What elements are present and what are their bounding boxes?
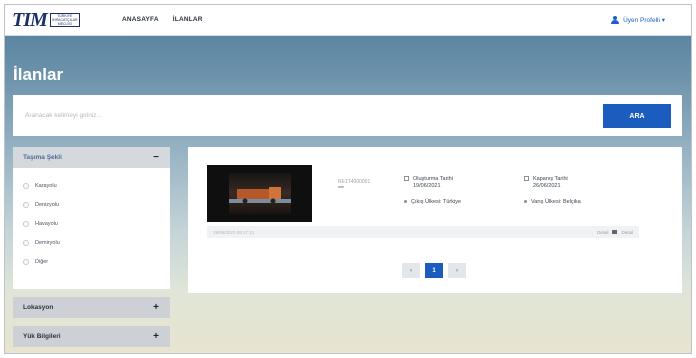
listing-card[interactable]: RE1T4000001 *** Oluşturma Tarihi 19/06/2… (204, 161, 639, 239)
filter-sidebar: Taşıma Şekli − Karayolu Denizyolu Havayo… (13, 147, 170, 353)
filter-panel-location: Lokasyon + (13, 297, 170, 318)
app-frame: TIM TÜRKİYE İHRACATÇILAR MECLİSİ ANASAYF… (4, 4, 692, 354)
logo-mark: TIM (12, 8, 48, 31)
logo-subtitle: TÜRKİYE İHRACATÇILAR MECLİSİ (49, 13, 80, 27)
option-label: Demiryolu (35, 239, 60, 246)
location-pin-icon (524, 200, 527, 204)
listing-footer: 19/06/2021 09:17:12 Detail Detail (207, 226, 639, 238)
listing-actions[interactable]: Detail Detail (597, 230, 633, 235)
nav-link-listings[interactable]: İLANLAR (173, 16, 203, 23)
detail-link[interactable]: Detail (597, 230, 609, 235)
detail-link[interactable]: Detail (621, 230, 633, 235)
filter-header-transport[interactable]: Taşıma Şekli − (13, 147, 170, 168)
calendar-icon (404, 176, 409, 182)
created-date: 19/06/2021 (413, 183, 441, 189)
expand-icon[interactable]: + (153, 331, 159, 342)
eye-icon (612, 230, 618, 234)
filter-label: Taşıma Şekli (23, 154, 62, 161)
search-bar: ARA (13, 95, 682, 136)
pagination: ‹ 1 › (402, 263, 466, 278)
profile-label: Üyen Profelli ▾ (623, 17, 665, 24)
option-denizyolu[interactable]: Denizyolu (23, 195, 160, 214)
results-panel: RE1T4000001 *** Oluşturma Tarihi 19/06/2… (188, 147, 682, 293)
listing-timestamp: 19/06/2021 09:17:12 (213, 229, 255, 235)
prev-page-button[interactable]: ‹ (402, 263, 420, 278)
transport-options: Karayolu Denizyolu Havayolu Demiryolu Di… (13, 168, 170, 289)
calendar-icon (524, 176, 529, 182)
radio-icon[interactable] (23, 201, 29, 208)
filter-header-location[interactable]: Lokasyon + (13, 297, 170, 318)
filter-panel-cargo: Yük Bilgileri + (13, 326, 170, 347)
profile-menu[interactable]: Üyen Profelli ▾ (611, 16, 665, 24)
radio-icon[interactable] (23, 239, 29, 246)
listing-thumbnail[interactable] (207, 165, 312, 222)
option-label: Karayolu (35, 182, 57, 189)
filter-label: Yük Bilgileri (23, 333, 61, 340)
origin-block: Çıkış Ülkesi: Türkiye (404, 199, 461, 206)
radio-icon[interactable] (23, 220, 29, 227)
option-karayolu[interactable]: Karayolu (23, 176, 160, 195)
created-date-block: Oluşturma Tarihi 19/06/2021 (404, 176, 453, 190)
search-button[interactable]: ARA (603, 104, 671, 128)
page-1-button[interactable]: 1 (425, 263, 443, 278)
top-navbar: TIM TÜRKİYE İHRACATÇILAR MECLİSİ ANASAYF… (5, 5, 691, 36)
next-page-button[interactable]: › (448, 263, 466, 278)
destination-country: Varış Ülkesi: Belçika (531, 199, 581, 205)
created-label: Oluşturma Tarihi (413, 176, 453, 182)
page-title: İlanlar (13, 65, 64, 84)
search-input[interactable] (25, 104, 595, 126)
closing-date: 26/06/2021 (533, 183, 561, 189)
closing-label: Kapanış Tarihi (533, 176, 568, 182)
listing-code: RE1T4000001 (338, 179, 371, 185)
logo-sub-line: MECLİSİ (57, 22, 72, 26)
option-demiryolu[interactable]: Demiryolu (23, 233, 160, 252)
collapse-icon[interactable]: − (153, 152, 159, 163)
main-nav: ANASAYFA İLANLAR (122, 16, 203, 23)
option-label: Denizyolu (35, 201, 60, 208)
tim-logo[interactable]: TIM TÜRKİYE İHRACATÇILAR MECLİSİ (12, 9, 92, 31)
origin-country: Çıkış Ülkesi: Türkiye (411, 199, 462, 205)
location-pin-icon (404, 200, 407, 204)
nav-link-home[interactable]: ANASAYFA (122, 16, 159, 23)
listing-rating: *** (338, 186, 344, 192)
closing-date-block: Kapanış Tarihi 26/06/2021 (524, 176, 568, 190)
option-label: Diğer (35, 258, 49, 265)
user-icon (611, 16, 620, 24)
truck-photo-icon (207, 165, 312, 222)
radio-icon[interactable] (23, 258, 29, 265)
option-havayolu[interactable]: Havayolu (23, 214, 160, 233)
filter-panel-transport: Taşıma Şekli − Karayolu Denizyolu Havayo… (13, 147, 170, 289)
option-diger[interactable]: Diğer (23, 252, 160, 271)
radio-icon[interactable] (23, 182, 29, 189)
expand-icon[interactable]: + (153, 302, 159, 313)
filter-label: Lokasyon (23, 304, 54, 311)
filter-header-cargo[interactable]: Yük Bilgileri + (13, 326, 170, 347)
option-label: Havayolu (35, 220, 58, 227)
destination-block: Varış Ülkesi: Belçika (524, 199, 581, 206)
